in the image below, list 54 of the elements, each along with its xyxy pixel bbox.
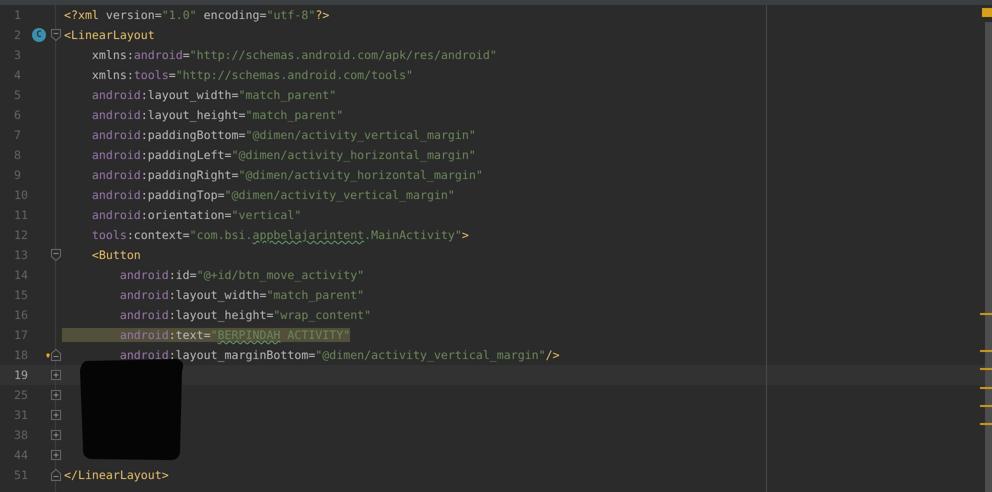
expand-icon[interactable]	[51, 390, 61, 400]
line-number: 25	[13, 388, 28, 402]
code-line: android:layout_width="match_parent"	[118, 288, 364, 302]
warning-indicator-icon	[982, 8, 992, 17]
code-line: xmlns:android="http://schemas.android.com/apk/res/android"	[90, 48, 497, 62]
line-number: 51	[13, 468, 28, 482]
code-line: android:id="@+id/btn_move_activity"	[118, 268, 364, 282]
line-number: 12	[13, 228, 28, 242]
line-number: 18	[13, 348, 28, 362]
code-line: android:paddingBottom="@dimen/activity_vertical_margin"	[90, 128, 476, 142]
line-number: 3	[13, 48, 22, 62]
fold-icon[interactable]	[51, 349, 61, 361]
line-number: 15	[13, 288, 28, 302]
code-line: android:layout_width="match_parent"	[90, 88, 336, 102]
line-number: 17	[13, 328, 28, 342]
code-line: android:layout_marginBottom="@dimen/activity_vertical_margin"/>	[118, 348, 560, 362]
line-number: 38	[13, 428, 28, 442]
line-number: 9	[13, 168, 22, 182]
line-number: 14	[13, 268, 28, 282]
class-badge-icon[interactable]: C	[32, 28, 46, 42]
fold-icon[interactable]	[51, 249, 61, 261]
line-number: 7	[13, 128, 22, 142]
code-line: android:layout_height="match_parent"	[90, 108, 344, 122]
line-number: 16	[13, 308, 28, 322]
fold-icon[interactable]	[51, 29, 61, 41]
expand-icon[interactable]	[51, 370, 61, 380]
line-number: 11	[13, 208, 28, 222]
expand-icon[interactable]	[51, 410, 61, 420]
code-line: android:paddingLeft="@dimen/activity_horizontal_margin"	[90, 148, 476, 162]
line-number: 2	[13, 28, 22, 42]
line-number: 5	[13, 88, 22, 102]
code-line: <LinearLayout	[63, 28, 155, 42]
code-line: tools:context="com.bsi.appbelajarintent.MainActivity">	[90, 228, 469, 242]
code-line: android:orientation="vertical"	[90, 208, 302, 222]
line-number: 8	[13, 148, 22, 162]
expand-icon[interactable]	[51, 430, 61, 440]
line-number: 4	[13, 68, 22, 82]
fold-icon[interactable]	[51, 469, 61, 481]
expand-icon[interactable]	[51, 450, 61, 460]
scroll-bar[interactable]	[985, 22, 992, 492]
code-line: xmlns:tools="http://schemas.android.com/tools"	[90, 68, 414, 82]
code-line: <?xml version="1.0" encoding="utf-8"?>	[63, 8, 330, 22]
line-number: 6	[13, 108, 22, 122]
code-line: </LinearLayout>	[63, 468, 169, 482]
code-line: android:paddingRight="@dimen/activity_horizontal_margin"	[90, 168, 483, 182]
code-line: <Button	[90, 248, 141, 262]
line-number: 44	[13, 448, 28, 462]
line-number: 19	[13, 368, 28, 382]
line-number: 1	[13, 8, 22, 22]
line-number: 10	[13, 188, 28, 202]
line-number: 13	[13, 248, 28, 262]
code-line: android:layout_height="wrap_content"	[118, 308, 372, 322]
code-line: android:paddingTop="@dimen/activity_vertical_margin"	[90, 188, 455, 202]
line-number: 31	[13, 408, 28, 422]
